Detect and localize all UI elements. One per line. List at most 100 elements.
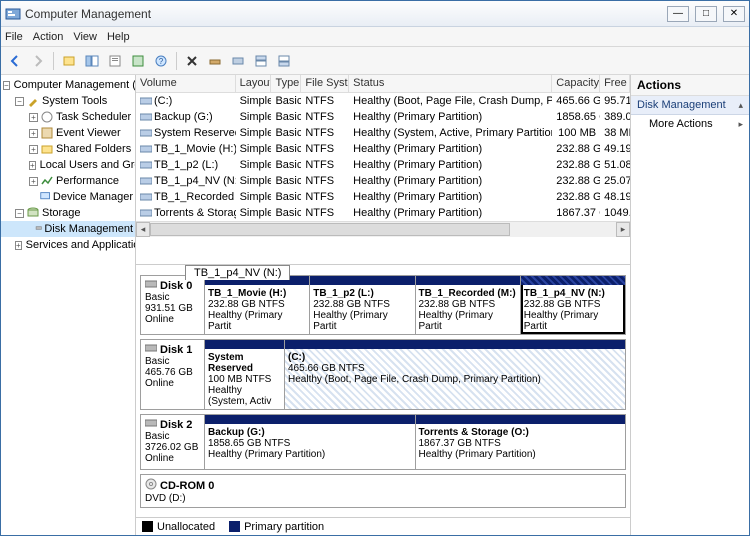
collapse-icon[interactable]: −: [15, 209, 24, 218]
disk-2-block[interactable]: Disk 2 Basic 3726.02 GB Online Backup (G…: [140, 414, 626, 470]
volume-row[interactable]: System ReservedSimpleBasicNTFSHealthy (S…: [136, 125, 630, 141]
partition[interactable]: Torrents & Storage (O:)1867.37 GB NTFSHe…: [416, 415, 626, 469]
actions-section[interactable]: Disk Management▴: [631, 96, 749, 115]
disk-0-info: Disk 0 Basic 931.51 GB Online: [141, 276, 205, 334]
disk-1-info: Disk 1 Basic 465.76 GB Online: [141, 340, 205, 409]
volume-row[interactable]: Torrents & Storage (O:)SimpleBasicNTFSHe…: [136, 205, 630, 221]
menu-action[interactable]: Action: [33, 31, 64, 43]
disk-0-partitions: TB_1_Movie (H:)232.88 GB NTFSHealthy (Pr…: [205, 276, 625, 334]
col-free[interactable]: Free S: [600, 75, 630, 92]
toolbar-separator: [176, 52, 177, 70]
storage-icon: [26, 206, 40, 220]
tree-performance[interactable]: +Performance: [1, 173, 135, 189]
volume-row[interactable]: TB_1_p4_NV (N:)SimpleBasicNTFSHealthy (P…: [136, 173, 630, 189]
rescan-button[interactable]: [228, 51, 248, 71]
unallocated-swatch: [142, 521, 153, 532]
close-button[interactable]: ✕: [723, 6, 745, 22]
collapse-icon[interactable]: −: [15, 97, 24, 106]
volume-row[interactable]: TB_1_p2 (L:)SimpleBasicNTFSHealthy (Prim…: [136, 157, 630, 173]
maximize-button[interactable]: □: [695, 6, 717, 22]
tree-event-viewer[interactable]: +Event Viewer: [1, 125, 135, 141]
volume-row[interactable]: Backup (G:)SimpleBasicNTFSHealthy (Prima…: [136, 109, 630, 125]
disk-1-block[interactable]: Disk 1 Basic 465.76 GB Online System Res…: [140, 339, 626, 410]
volume-rows[interactable]: (C:)SimpleBasicNTFSHealthy (Boot, Page F…: [136, 93, 630, 221]
horizontal-scrollbar[interactable]: ◂ ▸: [136, 221, 630, 237]
volume-list: Volume Layout Type File System Status Ca…: [136, 75, 630, 265]
actions-more[interactable]: More Actions▸: [631, 115, 749, 133]
volume-row[interactable]: (C:)SimpleBasicNTFSHealthy (Boot, Page F…: [136, 93, 630, 109]
scroll-right-button[interactable]: ▸: [616, 222, 630, 237]
properties-button[interactable]: [105, 51, 125, 71]
tools-icon: [26, 94, 40, 108]
volume-row[interactable]: TB_1_Movie (H:)SimpleBasicNTFSHealthy (P…: [136, 141, 630, 157]
collapse-icon[interactable]: −: [3, 81, 10, 90]
expand-icon[interactable]: +: [29, 145, 38, 154]
cdrom-block[interactable]: CD-ROM 0 DVD (D:): [140, 474, 626, 508]
volume-row[interactable]: TB_1_Recorded (M:)SimpleBasicNTFSHealthy…: [136, 189, 630, 205]
main-area: −Computer Management (Local −System Tool…: [1, 75, 749, 535]
col-capacity[interactable]: Capacity: [552, 75, 600, 92]
volume-icon: [140, 128, 152, 138]
cdrom-info: CD-ROM 0 DVD (D:): [141, 475, 625, 507]
window-buttons: — □ ✕: [667, 6, 745, 22]
expand-icon[interactable]: +: [29, 177, 38, 186]
tree-local-users[interactable]: +Local Users and Groups: [1, 157, 135, 173]
menu-view[interactable]: View: [73, 31, 97, 43]
expand-icon[interactable]: +: [29, 129, 38, 138]
expand-icon[interactable]: +: [29, 113, 38, 122]
help-button[interactable]: ?: [151, 51, 171, 71]
app-icon: [5, 6, 21, 22]
settings-button[interactable]: [205, 51, 225, 71]
col-type[interactable]: Type: [271, 75, 301, 92]
refresh-button[interactable]: [128, 51, 148, 71]
tree-device-manager[interactable]: Device Manager: [1, 189, 135, 205]
scroll-left-button[interactable]: ◂: [136, 222, 150, 237]
up-button[interactable]: [59, 51, 79, 71]
partition-boot[interactable]: (C:)465.66 GB NTFSHealthy (Boot, Page Fi…: [285, 340, 625, 409]
col-fs[interactable]: File System: [301, 75, 349, 92]
expand-icon[interactable]: +: [29, 161, 36, 170]
partition-selected[interactable]: TB_1_p4_NV (N:)232.88 GB NTFSHealthy (Pr…: [521, 276, 625, 334]
show-hide-tree-button[interactable]: [82, 51, 102, 71]
expand-icon[interactable]: +: [15, 241, 22, 250]
disk-0-block[interactable]: Disk 0 Basic 931.51 GB Online TB_1_Movie…: [140, 275, 626, 335]
col-volume[interactable]: Volume: [136, 75, 236, 92]
menu-file[interactable]: File: [5, 31, 23, 43]
console-tree[interactable]: −Computer Management (Local −System Tool…: [1, 75, 136, 535]
center-pane: Volume Layout Type File System Status Ca…: [136, 75, 631, 535]
disk-2-info: Disk 2 Basic 3726.02 GB Online: [141, 415, 205, 469]
tree-shared-folders[interactable]: +Shared Folders: [1, 141, 135, 157]
volume-icon: [140, 208, 152, 218]
actions-header: Actions: [631, 75, 749, 96]
partition[interactable]: Backup (G:)1858.65 GB NTFSHealthy (Prima…: [205, 415, 416, 469]
folder-icon: [40, 142, 54, 156]
view-bottom-button[interactable]: [274, 51, 294, 71]
view-top-button[interactable]: [251, 51, 271, 71]
partition[interactable]: System Reserved100 MB NTFSHealthy (Syste…: [205, 340, 285, 409]
tree-system-tools[interactable]: −System Tools: [1, 93, 135, 109]
forward-button[interactable]: [28, 51, 48, 71]
scroll-thumb[interactable]: [150, 223, 510, 236]
partition[interactable]: TB_1_p2 (L:)232.88 GB NTFSHealthy (Prima…: [310, 276, 415, 334]
volume-icon: [140, 160, 152, 170]
tree-root[interactable]: −Computer Management (Local: [1, 77, 135, 93]
delete-button[interactable]: [182, 51, 202, 71]
col-status[interactable]: Status: [349, 75, 552, 92]
partition[interactable]: TB_1_Movie (H:)232.88 GB NTFSHealthy (Pr…: [205, 276, 310, 334]
tree-disk-management[interactable]: Disk Management: [1, 221, 135, 237]
minimize-button[interactable]: —: [667, 6, 689, 22]
partition[interactable]: TB_1_Recorded (M:)232.88 GB NTFSHealthy …: [416, 276, 521, 334]
col-layout[interactable]: Layout: [236, 75, 272, 92]
disk-2-partitions: Backup (G:)1858.65 GB NTFSHealthy (Prima…: [205, 415, 625, 469]
tree-services-apps[interactable]: +Services and Applications: [1, 237, 135, 253]
menu-help[interactable]: Help: [107, 31, 130, 43]
device-icon: [39, 190, 51, 204]
selected-volume-tab[interactable]: TB_1_p4_NV (N:): [185, 265, 290, 280]
disk-drive-icon: [145, 279, 157, 292]
disk-graphical-view[interactable]: TB_1_p4_NV (N:) Disk 0 Basic 931.51 GB O…: [136, 265, 630, 517]
submenu-arrow-icon: ▸: [738, 119, 743, 130]
clock-icon: [40, 110, 54, 124]
tree-task-scheduler[interactable]: +Task Scheduler: [1, 109, 135, 125]
back-button[interactable]: [5, 51, 25, 71]
tree-storage[interactable]: −Storage: [1, 205, 135, 221]
